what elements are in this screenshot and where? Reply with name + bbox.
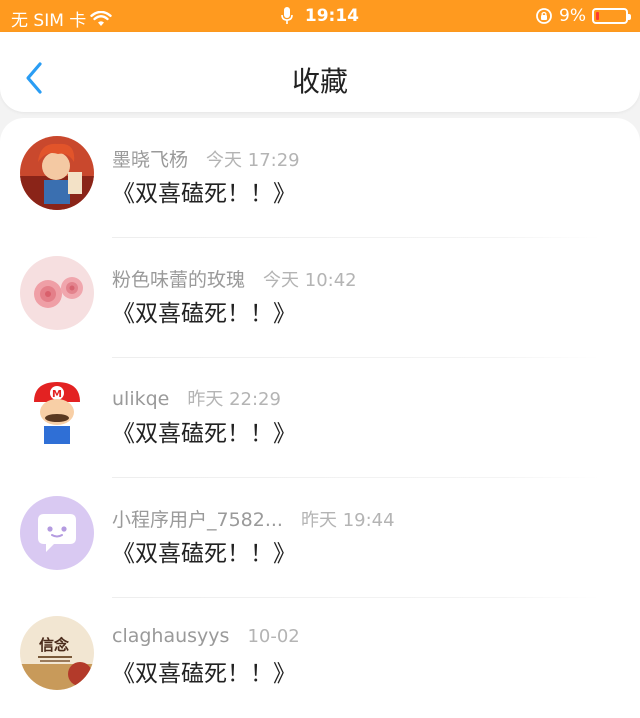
status-time: 19:14 [304,6,360,26]
mario-avatar[interactable]: M [20,376,94,450]
svg-text:M: M [52,389,62,400]
list-item[interactable]: 墨晓飞杨 今天 17:29 《双喜磕死！！》 [0,118,640,238]
item-meta: ulikqe 昨天 22:29 [112,385,281,411]
nav-header: 收藏 [0,32,640,112]
battery-fill [596,12,599,20]
username: claghausyys [112,625,230,647]
status-right: 9% [535,6,631,26]
item-meta: 墨晓飞杨 今天 17:29 [112,145,300,172]
chat-bubble-avatar[interactable] [20,496,94,570]
item-meta: 小程序用户_7582... 昨天 19:44 [112,505,395,532]
timestamp: 昨天 22:29 [187,389,281,410]
item-meta: 粉色味蕾的玫瑰 今天 10:42 [112,265,357,292]
xinnian-text-avatar[interactable]: 信念 [20,616,94,690]
item-title[interactable]: 《双喜磕死！！》 [112,414,296,448]
username: ulikqe [112,388,170,410]
item-title[interactable]: 《双喜磕死！！》 [112,174,296,208]
timestamp: 今天 10:42 [263,270,357,291]
username: 墨晓飞杨 [112,149,189,171]
timestamp: 10-02 [247,626,300,647]
battery-percent: 9% [559,6,586,26]
list-item[interactable]: 信念 claghausyys 10-02 《双喜磕死！！》 [0,598,640,718]
timestamp: 昨天 19:44 [300,510,395,531]
list-item[interactable]: 小程序用户_7582... 昨天 19:44 《双喜磕死！！》 [0,478,640,598]
avatar-text: 信念 [39,636,69,654]
favorites-list: 墨晓飞杨 今天 17:29 《双喜磕死！！》 粉色味蕾的玫瑰 今天 10:42 《双… [0,118,640,718]
list-item[interactable]: 粉色味蕾的玫瑰 今天 10:42 《双喜磕死！！》 [0,238,640,358]
timestamp: 今天 17:29 [206,150,300,171]
username: 小程序用户_7582... [112,509,283,531]
rotation-lock-icon [536,8,552,24]
page-title: 收藏 [291,65,348,98]
list-item[interactable]: M ulikqe 昨天 22:29 《双喜磕死！！》 [0,358,640,478]
cartoon-boy-avatar[interactable] [20,136,94,210]
status-bar: 无 SIM 卡 19:14 9% [0,0,640,32]
battery-icon [592,8,631,24]
item-title[interactable]: 《双喜磕死！！》 [112,654,296,688]
username: 粉色味蕾的玫瑰 [112,269,246,291]
item-title[interactable]: 《双喜磕死！！》 [112,294,296,328]
mic-icon [281,7,293,24]
pink-roses-avatar[interactable] [20,256,94,330]
item-meta: claghausyys 10-02 [112,625,300,647]
item-title[interactable]: 《双喜磕死！！》 [112,534,296,568]
